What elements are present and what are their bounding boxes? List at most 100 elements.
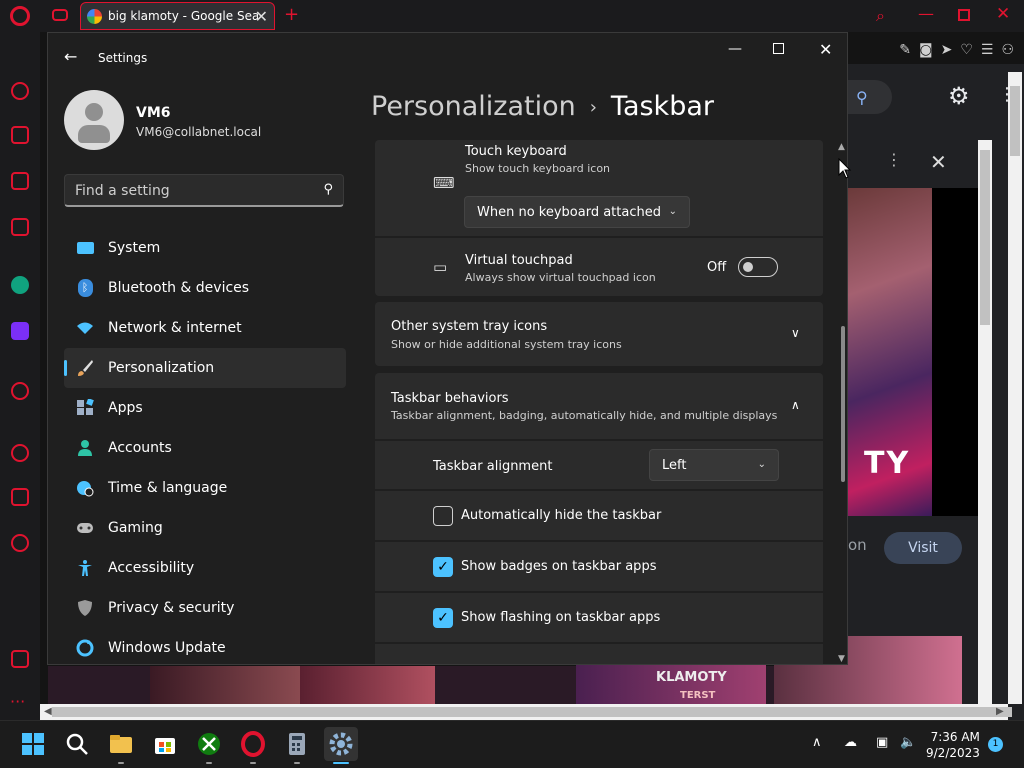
settings-scrollbar-thumb[interactable]: [841, 326, 845, 482]
browser-minimize-button[interactable]: —: [918, 4, 934, 23]
auto-hide-checkbox[interactable]: [433, 506, 453, 526]
scroll-up-arrow-icon[interactable]: ▲: [838, 142, 845, 152]
visit-button[interactable]: Visit: [884, 532, 962, 564]
browser-maximize-button[interactable]: [958, 9, 970, 21]
start-button-icon[interactable]: [20, 731, 46, 757]
xbox-icon[interactable]: [196, 731, 222, 757]
microsoft-store-icon[interactable]: [152, 731, 178, 757]
maximize-button[interactable]: [773, 43, 784, 54]
player-icon[interactable]: [11, 382, 29, 400]
other-tray-icons-card[interactable]: Other system tray icons Show or hide add…: [375, 302, 823, 366]
file-explorer-icon[interactable]: [108, 731, 134, 757]
nav-item-accounts[interactable]: Accounts: [64, 428, 346, 468]
chatsonic-icon[interactable]: [11, 322, 29, 340]
chatgpt-icon[interactable]: [11, 276, 29, 294]
chevron-down-icon[interactable]: ∨: [791, 326, 800, 340]
windows-taskbar: ∧ ☁ ▣ 🔈 7:36 AM 9/2/2023 1: [0, 720, 1024, 768]
nav-item-personalization[interactable]: Personalization: [64, 348, 346, 388]
twitch-icon[interactable]: [11, 172, 29, 190]
opera-logo-icon[interactable]: [10, 6, 30, 26]
video-thumbnail[interactable]: TY: [848, 188, 932, 516]
video-menu-dots-icon[interactable]: ⋮: [886, 150, 902, 169]
close-button[interactable]: ✕: [819, 40, 832, 59]
notification-badge[interactable]: 1: [988, 737, 1003, 752]
tab-close-icon[interactable]: ✕: [255, 7, 268, 26]
nav-item-privacy-security[interactable]: Privacy & security: [64, 588, 346, 628]
thumbnail-1[interactable]: [150, 666, 300, 704]
nav-item-system[interactable]: System: [64, 228, 346, 268]
nav-item-network[interactable]: Network & internet: [64, 308, 346, 348]
nav-item-windows-update[interactable]: Windows Update: [64, 628, 346, 664]
calculator-icon[interactable]: [284, 731, 310, 757]
easy-setup-icon[interactable]: ☰: [981, 42, 994, 58]
clock-time: 7:36 AM: [930, 730, 980, 744]
profile-icon[interactable]: ⚇: [1001, 42, 1014, 58]
panel-scrollbar-thumb[interactable]: [980, 150, 990, 325]
horizontal-scrollbar-thumb[interactable]: [52, 707, 1012, 717]
briefcase-icon[interactable]: [11, 126, 29, 144]
virtual-touchpad-toggle[interactable]: [738, 257, 778, 277]
snippet-fragment: on: [848, 536, 867, 554]
gamepad-icon: [76, 519, 94, 537]
back-arrow-icon[interactable]: ←: [64, 47, 77, 66]
scroll-down-arrow-icon[interactable]: ▼: [838, 654, 845, 664]
settings-scrollbar[interactable]: ▲ ▼: [837, 140, 847, 664]
nav-item-time-language[interactable]: Time & language: [64, 468, 346, 508]
volume-icon[interactable]: 🔈: [900, 735, 916, 750]
taskbar-clock[interactable]: 7:36 AM 9/2/2023: [926, 729, 980, 761]
edit-icon[interactable]: ✎: [899, 42, 911, 58]
onedrive-icon[interactable]: ☁: [844, 735, 857, 750]
chevron-down-icon: ⌄: [757, 459, 766, 470]
flashing-checkbox[interactable]: ✓: [433, 608, 453, 628]
accessibility-icon: [76, 559, 94, 577]
thumbnail-2[interactable]: [300, 666, 435, 704]
send-icon[interactable]: ➤: [941, 42, 953, 58]
google-search-button[interactable]: [848, 80, 892, 114]
gamepad-tab-icon[interactable]: [52, 8, 68, 22]
gallery-icon[interactable]: [11, 650, 29, 668]
alignment-dropdown[interactable]: Left ⌄: [649, 449, 779, 481]
touch-keyboard-dropdown[interactable]: When no keyboard attached ⌄: [464, 196, 690, 228]
camera-icon[interactable]: ◙: [919, 42, 933, 58]
badges-checkbox[interactable]: ✓: [433, 557, 453, 577]
nav-item-gaming[interactable]: Gaming: [64, 508, 346, 548]
find-setting-box[interactable]: ⚲: [64, 174, 344, 207]
settings-taskbar-button[interactable]: [324, 727, 358, 761]
nav-item-apps[interactable]: Apps: [64, 388, 346, 428]
settings-gear-icon[interactable]: [11, 534, 29, 552]
running-indicator: [250, 762, 256, 764]
nav-item-bluetooth[interactable]: ᛒ Bluetooth & devices: [64, 268, 346, 308]
touchpad-icon: ▭: [433, 258, 448, 276]
google-settings-gear-icon[interactable]: ⚙: [948, 82, 970, 110]
more-dots-icon[interactable]: ···: [10, 692, 25, 711]
browser-tab-active[interactable]: big klamoty - Google Search ✕: [80, 2, 275, 30]
find-setting-input[interactable]: [75, 175, 315, 206]
speed-dial-icon[interactable]: [11, 82, 29, 100]
scroll-right-arrow-icon[interactable]: ▶: [996, 704, 1004, 720]
horizontal-scrollbar[interactable]: ◀ ▶: [40, 704, 1012, 720]
behaviors-subtitle: Taskbar alignment, badging, automaticall…: [391, 409, 778, 422]
show-hidden-icons-chevron-icon[interactable]: ∧: [812, 735, 822, 750]
network-icon[interactable]: ▣: [876, 735, 888, 750]
page-scrollbar-thumb[interactable]: [1010, 86, 1020, 156]
video-close-icon[interactable]: ✕: [930, 150, 947, 174]
new-tab-button[interactable]: +: [284, 4, 299, 25]
browser-search-icon[interactable]: ⌕: [876, 6, 885, 26]
clock-date: 9/2/2023: [926, 746, 980, 760]
badges-label: Show badges on taskbar apps: [461, 559, 657, 574]
scroll-left-arrow-icon[interactable]: ◀: [44, 704, 52, 720]
history-icon[interactable]: [11, 444, 29, 462]
opera-browser-icon[interactable]: [240, 731, 266, 757]
search-icon[interactable]: ⚲: [323, 182, 333, 197]
browser-close-button[interactable]: ✕: [996, 4, 1010, 24]
extension-icon[interactable]: [11, 218, 29, 236]
breadcrumb-parent[interactable]: Personalization: [371, 91, 576, 122]
cube-icon[interactable]: [11, 488, 29, 506]
minimize-button[interactable]: —: [728, 41, 742, 57]
chevron-up-icon[interactable]: ∧: [791, 398, 800, 412]
nav-item-accessibility[interactable]: Accessibility: [64, 548, 346, 588]
page-scrollbar[interactable]: [1008, 72, 1022, 704]
search-icon[interactable]: [64, 731, 90, 757]
avatar[interactable]: [64, 90, 124, 150]
heart-icon[interactable]: ♡: [960, 42, 973, 58]
